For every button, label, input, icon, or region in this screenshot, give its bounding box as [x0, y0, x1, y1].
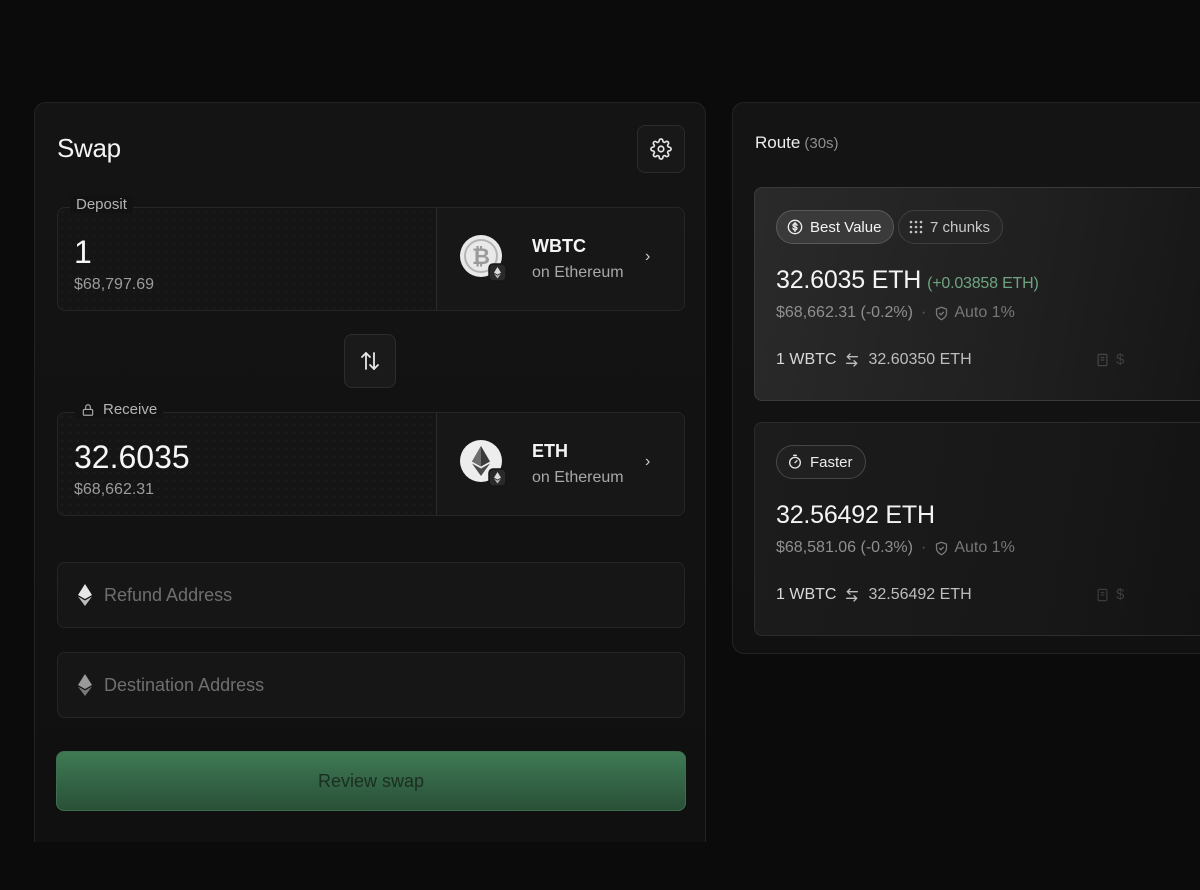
route-amount: 32.56492 ETH [776, 501, 935, 530]
deposit-token-chain: on Ethereum [532, 264, 624, 281]
stopwatch-icon [789, 454, 801, 469]
best-value-badge-text: Best Value [810, 218, 882, 236]
dollar-circle-icon [787, 219, 803, 235]
deposit-amount[interactable]: 1 [74, 234, 92, 271]
receive-token-chain: on Ethereum [532, 469, 624, 486]
route-usd-value: $68,581.06 (-0.3%) [776, 539, 913, 556]
grid-dots-icon [909, 220, 923, 234]
route-extra-info: $ [1095, 351, 1124, 368]
route-extra-info: $ [1095, 586, 1124, 603]
route-panel: Route (30s) Best Value 7 chunks 32.6035 E… [732, 102, 1200, 654]
receive-token-selector[interactable]: ETH on Ethereum › [436, 413, 684, 515]
review-swap-button[interactable]: Review swap [56, 751, 686, 811]
receipt-icon [1097, 353, 1108, 366]
route-option-faster[interactable]: Faster 32.56492 ETH $68,581.06 (-0.3%) ·… [754, 422, 1200, 636]
route-amount-value: 32.56492 ETH [776, 501, 935, 529]
route-title-text: Route [755, 133, 801, 152]
gear-icon [650, 138, 672, 160]
slippage-info: Auto 1% [934, 304, 1015, 322]
route-usd-line: $68,662.31 (-0.2%) · Auto 1% [776, 304, 1015, 322]
separator-dot: · [920, 304, 927, 321]
deposit-box: 1 $68,797.69 ₿ WBTC on Ethereum › [57, 207, 685, 311]
route-rate: 1 WBTC 32.56492 ETH [776, 586, 972, 604]
receive-usd-value: $68,662.31 [74, 481, 155, 498]
refund-address-field[interactable] [57, 562, 685, 628]
route-usd-value: $68,662.31 (-0.2%) [776, 304, 913, 321]
deposit-label: Deposit [70, 196, 133, 213]
shield-check-icon [936, 306, 948, 320]
route-amount-delta: (+0.03858 ETH) [927, 275, 1039, 292]
destination-address-input[interactable] [104, 674, 664, 696]
exchange-arrows-icon [846, 588, 859, 602]
svg-text:₿: ₿ [472, 245, 490, 270]
slippage-text: Auto 1% [954, 304, 1015, 321]
route-refresh-timer: (30s) [804, 135, 839, 152]
lock-icon [82, 403, 94, 416]
route-usd-line: $68,581.06 (-0.3%) · Auto 1% [776, 539, 1015, 557]
deposit-token-symbol: WBTC [532, 236, 586, 256]
receive-box: 32.6035 $68,662.31 ETH on Ethereum › [57, 412, 685, 516]
swap-title: Swap [57, 133, 121, 163]
settings-button[interactable] [637, 125, 685, 173]
rate-to: 32.60350 ETH [868, 351, 972, 368]
route-option-best-value[interactable]: Best Value 7 chunks 32.6035 ETH (+0.03858… [754, 187, 1200, 401]
ethereum-icon [78, 584, 92, 606]
deposit-label-text: Deposit [76, 196, 127, 213]
receipt-icon [1097, 588, 1108, 601]
chevron-right-icon: › [645, 453, 651, 470]
destination-address-field[interactable] [57, 652, 685, 718]
chunks-badge: 7 chunks [898, 210, 1004, 244]
slippage-info: Auto 1% [934, 539, 1015, 557]
rate-from: 1 WBTC [776, 351, 837, 368]
deposit-token-selector[interactable]: ₿ WBTC on Ethereum › [436, 208, 684, 310]
ethereum-icon [78, 674, 92, 696]
slippage-text: Auto 1% [954, 539, 1015, 556]
receive-label: Receive [75, 401, 164, 418]
swap-arrows-icon [361, 352, 379, 370]
wbtc-icon: ₿ [460, 235, 507, 282]
chunks-badge-text: 7 chunks [930, 218, 991, 236]
faster-badge: Faster [776, 445, 866, 479]
exchange-arrows-icon [846, 353, 859, 367]
refund-address-input[interactable] [104, 584, 664, 606]
separator-dot: · [920, 539, 927, 556]
route-amount: 32.6035 ETH (+0.03858 ETH) [776, 266, 1039, 295]
receive-token-symbol: ETH [532, 441, 568, 461]
route-extra-text: $ [1116, 586, 1125, 603]
route-title: Route (30s) [755, 133, 839, 153]
receive-amount: 32.6035 [74, 439, 190, 475]
flip-direction-button[interactable] [344, 334, 396, 388]
deposit-usd-value: $68,797.69 [74, 276, 155, 293]
swap-panel: Swap 1 $68,797.69 ₿ WBTC on Ethereum › D… [34, 102, 706, 842]
route-amount-value: 32.6035 ETH [776, 266, 922, 294]
receive-label-text: Receive [103, 401, 158, 418]
best-value-badge: Best Value [776, 210, 895, 244]
rate-from: 1 WBTC [776, 586, 837, 603]
route-rate: 1 WBTC 32.60350 ETH [776, 351, 972, 369]
shield-check-icon [936, 541, 948, 555]
eth-icon [460, 440, 507, 487]
route-extra-text: $ [1116, 351, 1125, 368]
faster-badge-text: Faster [810, 453, 853, 471]
deposit-amount-area[interactable]: 1 $68,797.69 [58, 208, 436, 310]
rate-to: 32.56492 ETH [868, 586, 972, 603]
chevron-right-icon: › [645, 248, 651, 265]
app-stage: Swap 1 $68,797.69 ₿ WBTC on Ethereum › D… [0, 0, 1200, 890]
receive-amount-area: 32.6035 $68,662.31 [58, 413, 436, 515]
